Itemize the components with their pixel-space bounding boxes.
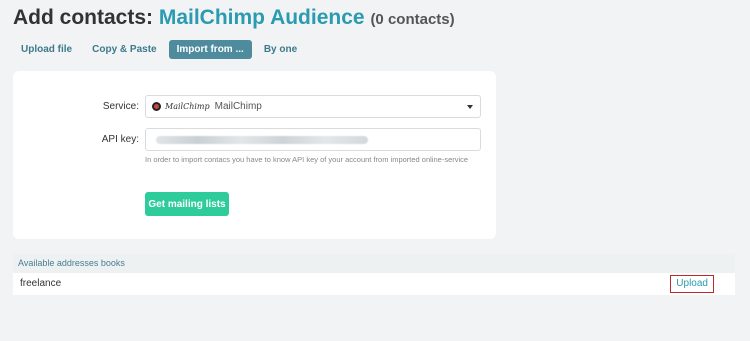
import-tabs: Upload file Copy & Paste Import from ...… xyxy=(13,40,305,59)
tab-import-from[interactable]: Import from ... xyxy=(168,40,252,59)
title-source: MailChimp Audience xyxy=(158,6,365,29)
service-value: MailChimp xyxy=(214,101,262,112)
chevron-down-icon xyxy=(467,105,473,109)
title-prefix: Add contacts: xyxy=(13,6,159,29)
api-key-masked-value xyxy=(156,135,368,144)
tab-upload-file[interactable]: Upload file xyxy=(13,40,80,59)
import-form-card: Service: MailChimp MailChimp API key: In… xyxy=(13,71,496,239)
mailchimp-logo-icon xyxy=(152,102,161,111)
tab-by-one[interactable]: By one xyxy=(256,40,305,59)
address-books-header: Available addresses books xyxy=(13,254,735,273)
api-key-label: API key: xyxy=(101,134,139,145)
service-label: Service: xyxy=(102,101,139,112)
service-select[interactable]: MailChimp MailChimp xyxy=(145,95,481,118)
list-item: freelance Upload xyxy=(13,273,735,295)
mailchimp-logo-text: MailChimp xyxy=(165,102,210,111)
get-mailing-lists-button[interactable]: Get mailing lists xyxy=(145,192,229,216)
contacts-count: (0 contacts) xyxy=(370,11,455,28)
tab-copy-paste[interactable]: Copy & Paste xyxy=(84,40,164,59)
api-key-input[interactable] xyxy=(145,128,481,151)
api-key-hint: In order to import contacs you have to k… xyxy=(145,155,469,164)
address-book-name: freelance xyxy=(20,278,62,289)
upload-link[interactable]: Upload xyxy=(670,275,714,293)
page-title: Add contacts: MailChimp Audience (0 cont… xyxy=(13,6,455,30)
